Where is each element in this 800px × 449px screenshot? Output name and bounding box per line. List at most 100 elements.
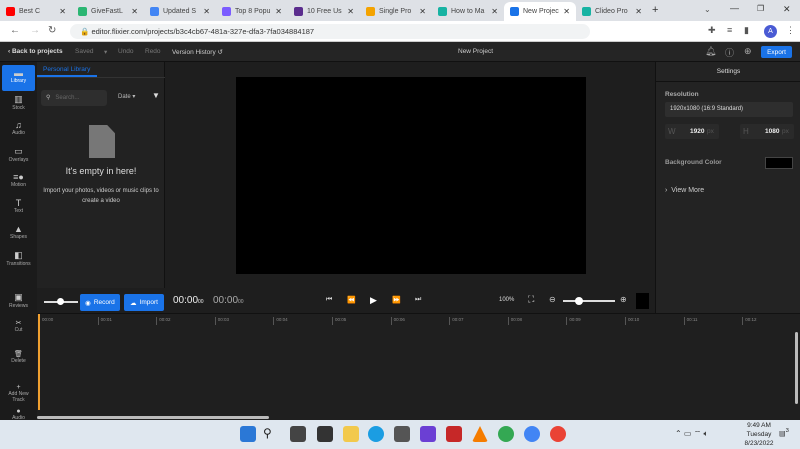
- skip-to-end-icon[interactable]: ⏭: [415, 296, 421, 304]
- rewind-icon[interactable]: ⏪: [347, 296, 356, 304]
- import-button[interactable]: ☁ Import: [124, 294, 164, 311]
- search-input[interactable]: ⚲ Search...: [41, 90, 107, 106]
- tab-personal-library[interactable]: Personal Library: [37, 62, 97, 77]
- timeline-tool-delete[interactable]: 🗑 Delete: [2, 347, 35, 369]
- rail-item-audio[interactable]: ♫ Audio: [2, 117, 35, 143]
- timeline[interactable]: 00:00 00:01 00:02 00:03 00:04 00:05 00:06 00:07…: [37, 313, 800, 420]
- browser-tab[interactable]: Best C ✕: [0, 2, 72, 21]
- redo-button[interactable]: Redo: [145, 48, 161, 55]
- system-tray-icons[interactable]: ⌃ ▭ ⌔ 🔈︎: [675, 429, 708, 439]
- height-field[interactable]: H 1080 px: [740, 124, 794, 139]
- url-field[interactable]: 🔒 editor.flixier.com/projects/b3c4cb67-4…: [70, 24, 590, 39]
- profile-avatar[interactable]: A: [764, 25, 777, 38]
- skip-to-start-icon[interactable]: ⏮: [326, 296, 332, 304]
- browser-tab[interactable]: GiveFastL ✕: [72, 2, 144, 21]
- play-icon[interactable]: ▶: [370, 295, 377, 306]
- edge-icon[interactable]: [368, 426, 384, 442]
- close-tab-icon[interactable]: ✕: [419, 7, 426, 16]
- rail-item-stock[interactable]: ▥ Stock: [2, 91, 35, 117]
- mcafee-icon[interactable]: [446, 426, 462, 442]
- view-more-toggle[interactable]: › View More: [665, 187, 704, 194]
- browser-tab[interactable]: Top 8 Popu ✕: [216, 2, 288, 21]
- clock[interactable]: 9:49 AM Tuesday 8/23/2022: [734, 421, 784, 448]
- close-tab-icon[interactable]: ✕: [347, 7, 354, 16]
- close-tab-icon[interactable]: ✕: [131, 7, 138, 16]
- background-color-swatch[interactable]: [765, 157, 793, 169]
- rail-item-overlays[interactable]: ▭ Overlays: [2, 143, 35, 169]
- timeline-tool-add-new-track[interactable]: + Add New Track: [2, 381, 35, 405]
- close-tab-icon[interactable]: ✕: [635, 7, 642, 16]
- zoom-in-icon[interactable]: ⊕: [620, 295, 627, 304]
- close-tab-icon[interactable]: ✕: [203, 7, 210, 16]
- back-to-projects-link[interactable]: ‹ Back to projects: [8, 48, 63, 55]
- browser-tab[interactable]: Single Pro ✕: [360, 2, 432, 21]
- volume-slider-handle[interactable]: [57, 298, 64, 305]
- horizontal-scrollbar[interactable]: [37, 416, 269, 419]
- help-icon[interactable]: ⓘ: [725, 46, 734, 59]
- search-taskbar-icon[interactable]: ⚲: [263, 426, 279, 442]
- export-button[interactable]: Export: [761, 46, 792, 58]
- zoom-out-icon[interactable]: ⊖: [549, 295, 556, 304]
- close-tab-icon[interactable]: ✕: [563, 7, 570, 16]
- video-canvas[interactable]: [236, 77, 586, 274]
- rail-item-library[interactable]: ▬ Library: [2, 65, 35, 91]
- app-icon[interactable]: [420, 426, 436, 442]
- menu-icon[interactable]: ⋮: [786, 25, 795, 36]
- timeline-zoom-handle[interactable]: [574, 297, 583, 305]
- filter-icon[interactable]: ▼: [152, 91, 160, 100]
- notification-center-icon[interactable]: ▤3: [779, 428, 789, 437]
- minimize-button[interactable]: —: [730, 3, 739, 13]
- rail-item-text[interactable]: T Text: [2, 195, 35, 221]
- browser-tab[interactable]: Updated S ✕: [144, 2, 216, 21]
- new-tab-button[interactable]: +: [652, 4, 658, 16]
- preview-zoom-level[interactable]: 100%: [499, 297, 514, 303]
- extensions-icon[interactable]: ✚: [708, 25, 716, 36]
- forward-icon[interactable]: →: [30, 25, 40, 36]
- resolution-select[interactable]: 1920x1080 (16:9 Standard): [665, 102, 793, 117]
- rail-item-reviews[interactable]: ▣ Reviews: [2, 289, 35, 315]
- close-tab-icon[interactable]: ✕: [59, 7, 66, 16]
- start-icon[interactable]: [240, 426, 256, 442]
- close-tab-icon[interactable]: ✕: [491, 7, 498, 16]
- record-button[interactable]: ◉ Record: [80, 294, 120, 311]
- chrome-profile-icon[interactable]: [524, 426, 540, 442]
- tab-search-icon[interactable]: ⌄: [704, 5, 711, 14]
- side-panel-icon[interactable]: ▮: [744, 25, 749, 36]
- language-icon[interactable]: ⊕: [744, 46, 752, 57]
- rail-item-shapes[interactable]: ▲ Shapes: [2, 221, 35, 247]
- timeline-zoom-slider[interactable]: [563, 300, 615, 302]
- vlc-icon[interactable]: [472, 426, 488, 442]
- width-field[interactable]: W 1920 px: [665, 124, 719, 139]
- file-explorer-icon[interactable]: [343, 426, 359, 442]
- timeline-tool-cut[interactable]: ✂ Cut: [2, 316, 35, 338]
- playhead[interactable]: [38, 314, 40, 410]
- store-icon[interactable]: [394, 426, 410, 442]
- undo-button[interactable]: Undo: [118, 48, 134, 55]
- browser-tab[interactable]: Clideo Pro ✕: [576, 2, 648, 21]
- restore-button[interactable]: ❐: [757, 4, 764, 13]
- chrome-profile2-icon[interactable]: [550, 426, 566, 442]
- fast-forward-icon[interactable]: ⏩: [392, 296, 401, 304]
- version-history-button[interactable]: Version History ↺: [172, 48, 223, 56]
- browser-tab[interactable]: 10 Free Us ✕: [288, 2, 360, 21]
- sort-dropdown[interactable]: Date ▾: [118, 93, 135, 100]
- reload-icon[interactable]: ↻: [48, 25, 56, 36]
- reading-list-icon[interactable]: ≡: [727, 25, 732, 35]
- saved-status: Saved: [75, 48, 94, 55]
- project-title[interactable]: New Project: [458, 48, 493, 55]
- close-window-button[interactable]: ✕: [783, 4, 791, 15]
- browser-tab[interactable]: How to Ma ✕: [432, 2, 504, 21]
- task-view-icon[interactable]: [290, 426, 306, 442]
- notifications-icon[interactable]: 🔔︎: [705, 46, 716, 57]
- widgets-icon[interactable]: [317, 426, 333, 442]
- fullscreen-icon[interactable]: ⛶: [528, 294, 534, 305]
- back-icon[interactable]: ←: [10, 25, 20, 36]
- rail-item-motion[interactable]: ≡● Motion: [2, 169, 35, 195]
- rail-item-transitions[interactable]: ◧ Transitions: [2, 247, 35, 273]
- chrome-icon[interactable]: [498, 426, 514, 442]
- browser-tab[interactable]: New Projec ✕: [504, 2, 576, 21]
- close-tab-icon[interactable]: ✕: [275, 7, 282, 16]
- vertical-scrollbar[interactable]: [795, 332, 798, 404]
- saved-dropdown-icon[interactable]: ▾: [104, 48, 107, 56]
- timeline-ruler[interactable]: 00:00 00:01 00:02 00:03 00:04 00:05 00:06 00:07…: [37, 314, 800, 326]
